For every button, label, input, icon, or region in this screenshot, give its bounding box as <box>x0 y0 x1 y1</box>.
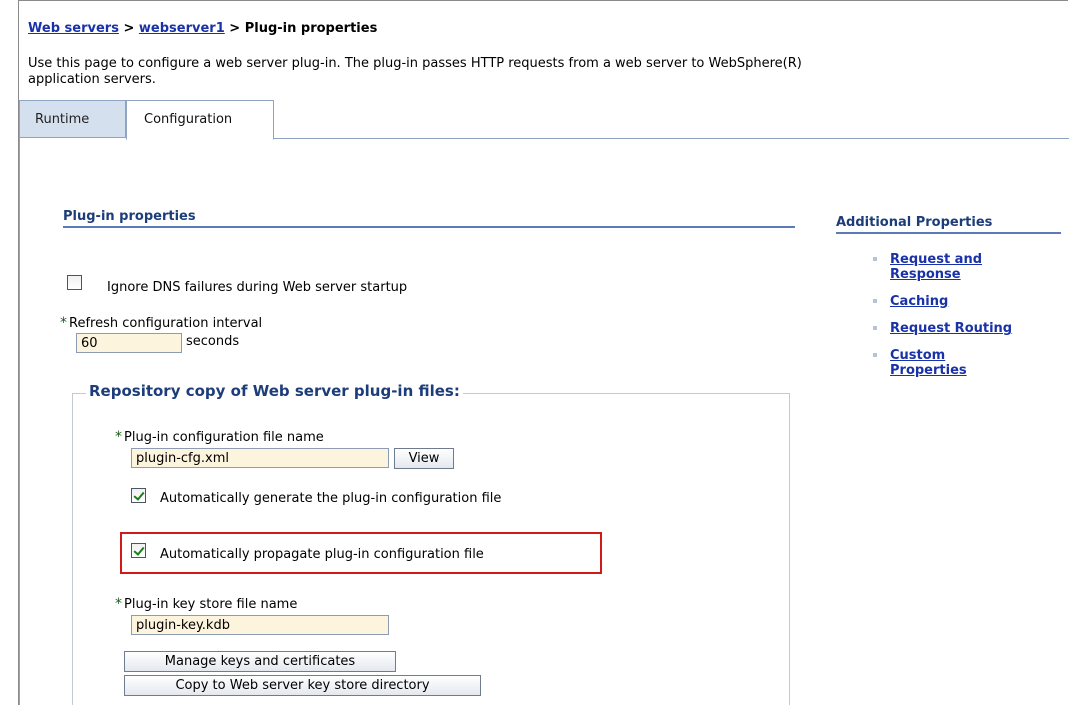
tab-divider <box>273 138 1069 139</box>
breadcrumb-current: Plug-in properties <box>244 21 378 36</box>
section-title-additional-properties: Additional Properties <box>836 215 993 230</box>
description-line-1: Use this page to configure a web server … <box>28 56 802 71</box>
repository-legend: Repository copy of Web server plug-in fi… <box>86 382 463 400</box>
section-title-plugin-properties: Plug-in properties <box>63 209 196 224</box>
tab-bar: Runtime Configuration <box>19 100 1069 140</box>
breadcrumb-separator: > <box>123 21 135 36</box>
required-icon: * <box>115 429 122 445</box>
list-item: Caching <box>873 294 1063 309</box>
config-file-label: * Plug-in configuration file name <box>115 429 324 445</box>
required-icon: * <box>115 596 122 612</box>
link-custom-properties[interactable]: Custom Properties <box>890 348 967 378</box>
ignore-dns-checkbox[interactable] <box>67 275 82 290</box>
tab-runtime[interactable]: Runtime <box>19 100 126 138</box>
key-store-label: * Plug-in key store file name <box>115 596 298 612</box>
link-request-routing[interactable]: Request Routing <box>890 321 1012 336</box>
manage-keys-button[interactable]: Manage keys and certificates <box>124 651 396 672</box>
section-rule-additional-properties <box>836 232 1061 234</box>
list-item: Custom Properties <box>873 348 1063 378</box>
refresh-interval-unit: seconds <box>186 334 240 349</box>
auto-propagate-label: Automatically propagate plug-in configur… <box>160 547 484 562</box>
key-store-input[interactable] <box>131 615 389 635</box>
ignore-dns-label: Ignore DNS failures during Web server st… <box>107 280 408 295</box>
breadcrumb-webserver1[interactable]: webserver1 <box>139 21 225 36</box>
link-request-and-response[interactable]: Request and Response <box>890 252 982 282</box>
auto-generate-label: Automatically generate the plug-in confi… <box>160 491 502 506</box>
list-item: Request Routing <box>873 321 1063 336</box>
description-line-2: application servers. <box>28 72 156 87</box>
additional-properties-list: Request and Response Caching Request Rout… <box>873 252 1063 390</box>
bullet-icon <box>873 257 877 261</box>
section-rule-plugin-properties <box>63 226 795 228</box>
bullet-icon <box>873 326 877 330</box>
list-item: Request and Response <box>873 252 1063 282</box>
bullet-icon <box>873 299 877 303</box>
refresh-interval-input[interactable] <box>76 333 182 353</box>
page: Web servers > webserver1 > Plug-in prope… <box>0 0 1069 705</box>
tab-configuration[interactable]: Configuration <box>126 100 274 140</box>
config-file-input[interactable] <box>131 448 389 468</box>
tab-content-border <box>19 138 20 705</box>
link-caching[interactable]: Caching <box>890 294 948 309</box>
bullet-icon <box>873 353 877 357</box>
view-button[interactable]: View <box>394 448 454 469</box>
auto-propagate-checkbox[interactable] <box>131 543 146 558</box>
breadcrumb: Web servers > webserver1 > Plug-in prope… <box>28 21 377 36</box>
required-icon: * <box>60 315 67 331</box>
page-description: Use this page to configure a web server … <box>28 56 1068 88</box>
auto-generate-checkbox[interactable] <box>131 488 146 503</box>
breadcrumb-web-servers[interactable]: Web servers <box>28 21 119 36</box>
breadcrumb-separator: > <box>229 21 241 36</box>
copy-keystore-button[interactable]: Copy to Web server key store directory <box>124 675 481 696</box>
refresh-interval-label: * Refresh configuration interval <box>60 315 263 331</box>
